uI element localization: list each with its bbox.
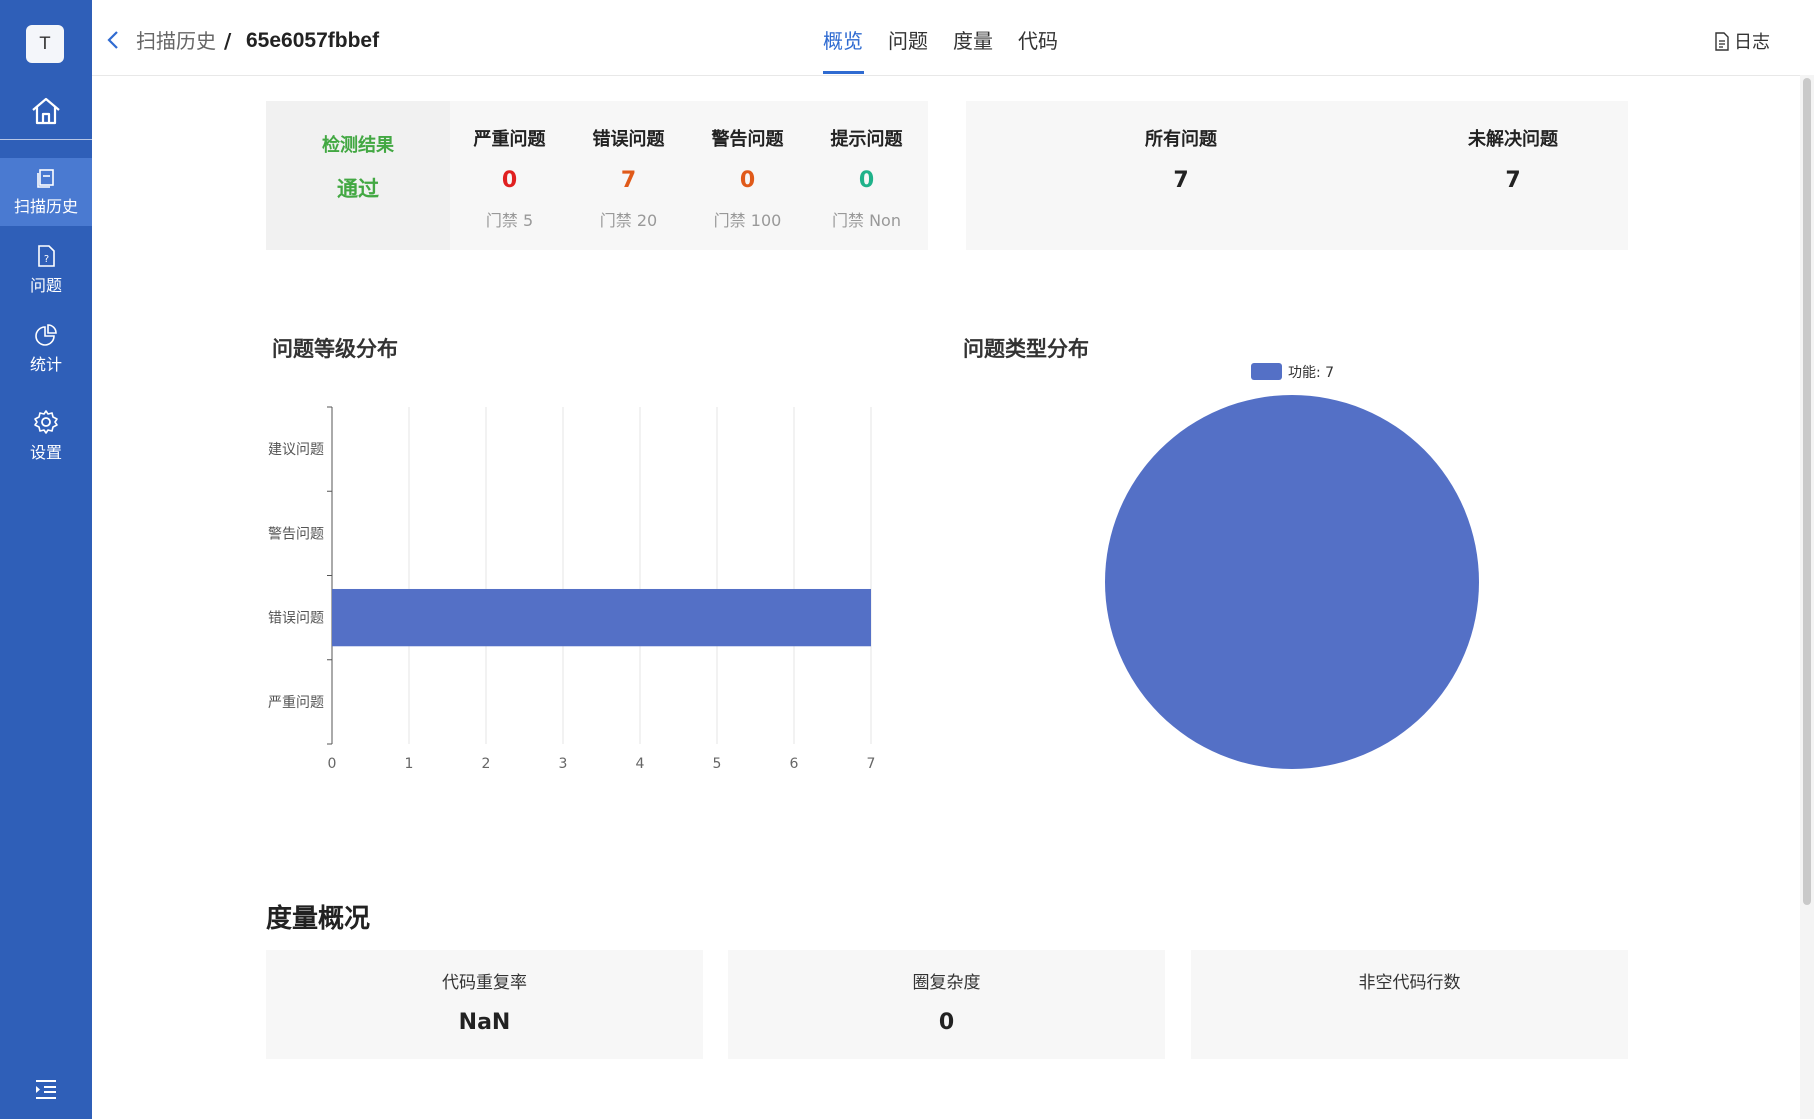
level-bar-chart: 0 1 2 3 4 5 6 7 严重问题 错误问题 警告问题 建议问题: [268, 406, 876, 772]
tab-overview[interactable]: 概览: [823, 28, 863, 54]
metric-value: 7: [620, 168, 637, 193]
sidebar-item-settings[interactable]: 设置: [0, 409, 92, 469]
home-icon: [32, 97, 60, 125]
metric-value: 7: [1505, 168, 1521, 193]
sidebar-item-label: 统计: [29, 355, 62, 374]
metric-title: 警告问题: [711, 129, 784, 150]
sidebar-divider: [0, 139, 92, 140]
measure-card-complexity: 圈复杂度 0: [728, 950, 1165, 1059]
sidebar-collapse-button[interactable]: [0, 1078, 92, 1104]
result-value: 通过: [337, 177, 379, 201]
y-category-label: 建议问题: [268, 442, 324, 458]
tab-code[interactable]: 代码: [1018, 28, 1058, 54]
header: 扫描历史 / 65e6057fbbef 概览 问题 度量 代码 日志: [92, 0, 1814, 76]
x-tick-label: 0: [328, 756, 337, 772]
gear-icon: [34, 410, 58, 434]
x-tick-label: 3: [559, 756, 568, 772]
metric-gate: 门禁 20: [599, 211, 658, 230]
y-category-label: 错误问题: [268, 611, 324, 627]
breadcrumb-current: 65e6057fbbef: [246, 29, 380, 52]
sidebar-item-home[interactable]: [0, 94, 92, 138]
measure-title: 圈复杂度: [912, 973, 981, 993]
type-pie-chart: 功能: 7: [1105, 363, 1479, 769]
metric-title: 所有问题: [1145, 129, 1217, 150]
measure-value: NaN: [458, 1010, 511, 1035]
metric-title: 未解决问题: [1468, 129, 1558, 150]
metric-title: 错误问题: [592, 129, 665, 150]
metric-gate: 门禁 100: [713, 211, 782, 230]
document-icon: [1715, 32, 1729, 51]
metric-title: 严重问题: [473, 129, 546, 150]
level-distribution-title: 问题等级分布: [272, 337, 398, 361]
breadcrumb-separator: /: [224, 29, 232, 53]
bar: [332, 588, 871, 647]
legend-swatch: [1251, 363, 1282, 380]
menu-indent-icon: [36, 1080, 56, 1099]
back-arrow-icon[interactable]: [106, 30, 120, 50]
x-tick-label: 4: [636, 756, 645, 772]
avatar[interactable]: T: [26, 25, 64, 63]
x-tick-label: 6: [790, 756, 799, 772]
legend-label: 功能: 7: [1288, 365, 1334, 381]
log-label: 日志: [1734, 32, 1770, 53]
metric-hint: 提示问题 0 门禁 Non: [807, 101, 926, 250]
scrollbar-thumb[interactable]: [1803, 78, 1811, 905]
y-category-label: 严重问题: [268, 695, 324, 711]
x-tick-label: 2: [482, 756, 491, 772]
sidebar-item-label: 扫描历史: [13, 197, 78, 216]
measure-title: 代码重复率: [442, 973, 527, 993]
metric-value: 0: [858, 168, 875, 193]
sidebar-item-label: 设置: [29, 443, 62, 462]
active-tab-indicator: [823, 71, 864, 74]
measure-title: 非空代码行数: [1358, 973, 1461, 993]
x-tick-label: 1: [405, 756, 414, 772]
metric-gate: 门禁 Non: [832, 211, 901, 230]
svg-text:?: ?: [44, 254, 49, 265]
type-distribution-title: 问题类型分布: [963, 337, 1089, 361]
result-card: 检测结果 通过 严重问题 0 门禁 5 错误问题 7 门禁 20 警告问题 0 …: [266, 101, 928, 250]
x-tick-label: 7: [867, 756, 876, 772]
metric-gate: 门禁 5: [485, 211, 534, 230]
issue-file-icon: ?: [38, 245, 55, 267]
metric-warning: 警告问题 0 门禁 100: [688, 101, 807, 250]
measure-card-duplication: 代码重复率 NaN: [266, 950, 703, 1059]
measure-overview-title: 度量概况: [266, 904, 371, 934]
history-icon: [37, 169, 54, 188]
metric-error: 错误问题 7 门禁 20: [569, 101, 688, 250]
sidebar-item-scan-history[interactable]: 扫描历史: [0, 158, 92, 226]
sidebar-item-label: 问题: [29, 276, 62, 295]
tab-issues[interactable]: 问题: [888, 28, 928, 54]
metric-title: 提示问题: [830, 129, 903, 150]
result-panel: 检测结果 通过: [266, 101, 450, 250]
sidebar: T 扫描历史 ? 问题 统计 设置: [0, 0, 92, 1119]
y-category-label: 警告问题: [268, 526, 324, 542]
sidebar-item-issues[interactable]: ? 问题: [0, 244, 92, 304]
breadcrumb-parent[interactable]: 扫描历史: [136, 28, 216, 54]
pie-slice: [1105, 395, 1479, 769]
issue-totals-card: 所有问题 7 未解决问题 7: [966, 101, 1628, 250]
sidebar-item-statistics[interactable]: 统计: [0, 323, 92, 383]
metric-value: 0: [501, 168, 518, 193]
measure-value: 0: [938, 1010, 955, 1035]
metric-value: 7: [1173, 168, 1189, 193]
log-button[interactable]: 日志: [1714, 28, 1770, 54]
tab-metrics[interactable]: 度量: [953, 28, 993, 54]
pie-chart-icon: [35, 324, 57, 346]
result-title: 检测结果: [322, 135, 394, 156]
measure-card-lines: 非空代码行数: [1191, 950, 1628, 1059]
x-tick-label: 5: [713, 756, 722, 772]
metric-value: 0: [739, 168, 756, 193]
metric-critical: 严重问题 0 门禁 5: [450, 101, 569, 250]
